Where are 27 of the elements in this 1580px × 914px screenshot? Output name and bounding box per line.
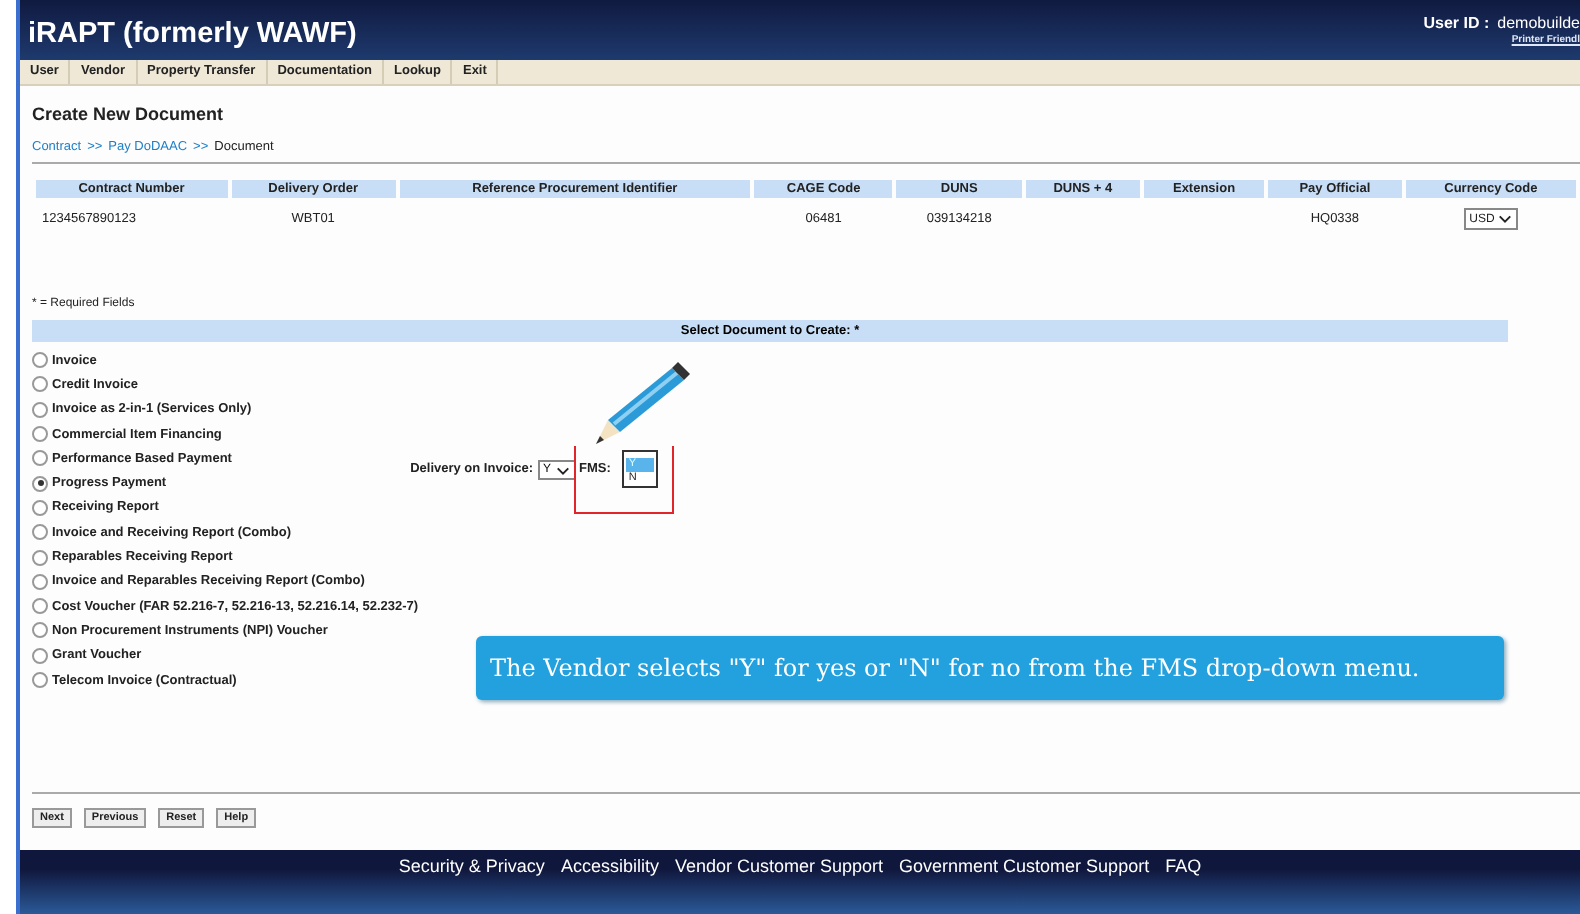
radio-button[interactable]	[32, 376, 48, 393]
radio-button[interactable]	[32, 426, 48, 443]
radio-button[interactable]	[32, 549, 48, 566]
footer-link[interactable]: Vendor Customer Support	[674, 856, 884, 914]
user-id-label: User ID :	[1423, 14, 1490, 32]
radio-button[interactable]	[32, 573, 48, 590]
radio-button[interactable]	[32, 672, 48, 688]
footer-link[interactable]: Government Customer Support	[899, 856, 1150, 914]
radio-button[interactable]	[32, 598, 48, 615]
radio-button[interactable]	[32, 352, 48, 369]
footer-link[interactable]: FAQ	[1165, 856, 1202, 914]
user-id: demobuilde	[1497, 14, 1580, 32]
tutorial-callout: The Vendor selects "Y" for yes or "N" for no from the FMS drop-down menu.	[476, 636, 1504, 700]
radio-button[interactable]	[32, 499, 48, 516]
radio-button[interactable]	[32, 524, 48, 541]
app-title: iRAPT (formerly WAWF)	[28, 16, 357, 50]
radio-button[interactable]	[32, 622, 48, 639]
radio-button[interactable]	[32, 475, 48, 492]
radio-button[interactable]	[32, 401, 48, 418]
pencil-icon	[592, 360, 693, 448]
page-title: Create New Document	[32, 104, 226, 124]
footer-link[interactable]: Security & Privacy	[398, 856, 545, 914]
radio-button[interactable]	[32, 647, 48, 664]
chevron-icon	[555, 465, 570, 475]
chevron-icon	[1498, 214, 1513, 224]
radio-button[interactable]	[32, 450, 48, 467]
footer-link[interactable]: Accessibility	[560, 856, 659, 914]
